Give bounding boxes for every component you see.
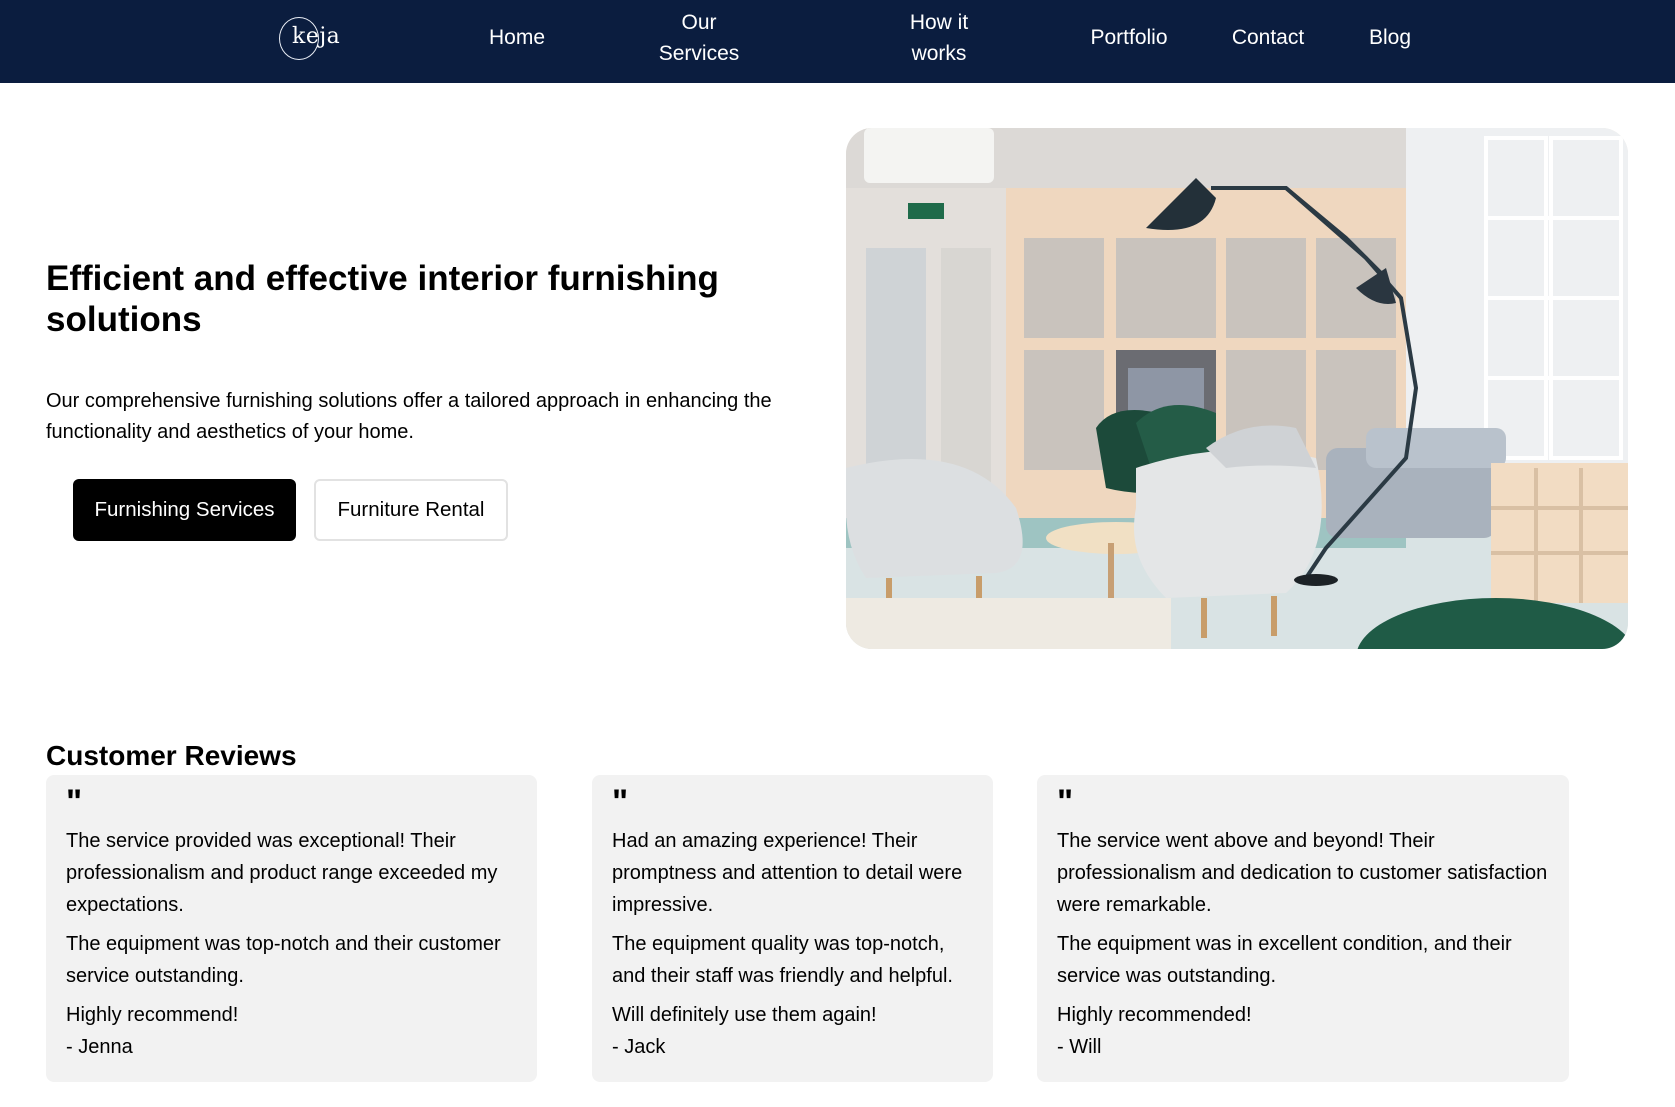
top-navbar: keja Home Our Services How it works Port… — [0, 0, 1675, 83]
review-text: Highly recommended! — [1057, 1004, 1252, 1026]
nav-link-blog[interactable]: Blog — [1360, 22, 1420, 53]
quote-icon: " — [1057, 783, 1074, 821]
quote-icon: " — [66, 783, 83, 821]
reviews-title: Customer Reviews — [46, 740, 297, 771]
hero-interior-image — [846, 128, 1628, 649]
review-author: - Jenna — [66, 1036, 133, 1058]
nav-link-portfolio[interactable]: Portfolio — [1082, 22, 1176, 53]
review-text: The service went above and beyond! Their… — [1057, 830, 1548, 916]
nav-link-our-services[interactable]: Our Services — [644, 7, 754, 69]
review-author: - Will — [1057, 1036, 1102, 1058]
furniture-rental-button[interactable]: Furniture Rental — [314, 479, 508, 541]
review-card: " The service provided was exceptional! … — [46, 775, 537, 1082]
hero-title: Efficient and effective interior furnish… — [46, 259, 719, 339]
nav-link-contact[interactable]: Contact — [1228, 22, 1308, 53]
quote-icon: " — [612, 783, 629, 821]
review-text: Highly recommend! — [66, 1004, 239, 1026]
review-card: " Had an amazing experience! Their promp… — [592, 775, 993, 1082]
review-text: The equipment quality was top-notch, and… — [612, 933, 953, 987]
nav-link-home[interactable]: Home — [470, 22, 564, 53]
review-author: - Jack — [612, 1036, 666, 1058]
review-text: The equipment was in excellent condition… — [1057, 933, 1512, 987]
review-card: " The service went above and beyond! The… — [1037, 775, 1569, 1082]
review-text: Will definitely use them again! — [612, 1004, 877, 1026]
interior-illustration — [846, 128, 1628, 649]
furnishing-services-button[interactable]: Furnishing Services — [73, 479, 296, 541]
review-text: Had an amazing experience! Their promptn… — [612, 830, 963, 916]
review-text: The service provided was exceptional! Th… — [66, 830, 498, 916]
review-text: The equipment was top-notch and their cu… — [66, 933, 501, 987]
nav-link-how-it-works[interactable]: How it works — [884, 7, 994, 69]
logo[interactable]: keja — [279, 17, 340, 60]
hero-description: Our comprehensive furnishing solutions o… — [46, 390, 772, 443]
logo-text: keja — [292, 24, 341, 49]
